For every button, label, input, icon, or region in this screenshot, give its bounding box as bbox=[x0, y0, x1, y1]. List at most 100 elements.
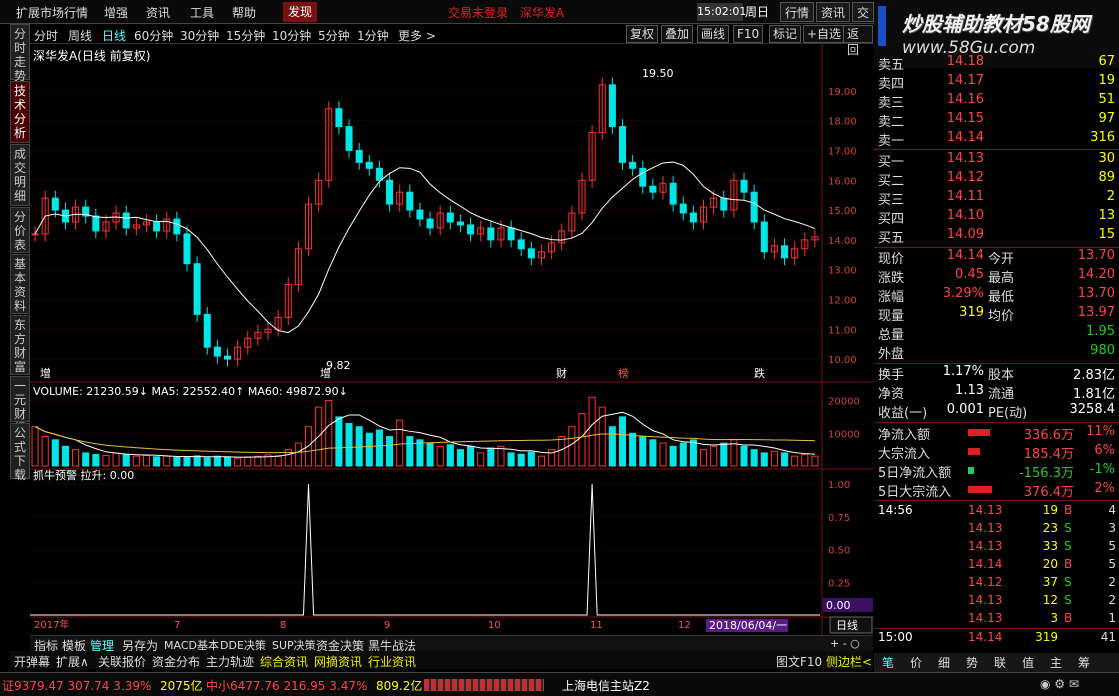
bid-row-3[interactable]: 买三 14.11 2 bbox=[874, 189, 1119, 208]
tick-price: 14.13 bbox=[968, 521, 1003, 535]
period-5m[interactable]: 5分钟 bbox=[318, 27, 350, 44]
ask-row-4[interactable]: 卖四 14.17 19 bbox=[874, 73, 1119, 92]
industry-news-tab[interactable]: 行业资讯 bbox=[368, 653, 416, 670]
web-news-tab[interactable]: 网摘资讯 bbox=[314, 653, 362, 670]
volume-bar bbox=[578, 413, 586, 467]
related-quote-tab[interactable]: 关联报价 bbox=[98, 653, 146, 670]
zoom-controls[interactable]: + - ○ bbox=[830, 637, 860, 650]
candle-body bbox=[507, 227, 515, 241]
bid-volume: 15 bbox=[1098, 227, 1115, 242]
rtab-main[interactable]: 主 bbox=[1050, 654, 1062, 671]
period-60m[interactable]: 60分钟 bbox=[134, 27, 173, 44]
bid-row-2[interactable]: 买二 14.12 89 bbox=[874, 170, 1119, 189]
period-1m[interactable]: 1分钟 bbox=[357, 27, 389, 44]
trade-button[interactable]: 交易 bbox=[852, 2, 874, 22]
tick-count: 1 bbox=[1108, 611, 1116, 625]
period-15m[interactable]: 15分钟 bbox=[226, 27, 265, 44]
quote-button[interactable]: 行情 bbox=[780, 2, 815, 22]
rtab-value[interactable]: 值 bbox=[1022, 654, 1034, 671]
back-button[interactable]: 返回 bbox=[843, 25, 873, 57]
news-button[interactable]: 资讯 bbox=[816, 2, 851, 22]
event-tag-2[interactable]: 财 bbox=[556, 366, 567, 380]
volume-bar bbox=[335, 416, 343, 467]
tick-volume: 23 bbox=[1042, 521, 1058, 535]
login-status: 交易未登录 bbox=[448, 6, 509, 20]
side-tab-price-table[interactable]: 分价表 bbox=[10, 207, 30, 253]
period-label[interactable]: 日线 bbox=[836, 618, 858, 632]
event-tag-4[interactable]: 跌 bbox=[754, 366, 765, 380]
ask-row-3[interactable]: 卖三 14.16 51 bbox=[874, 92, 1119, 111]
side-tab-profile[interactable]: 基本资料 bbox=[10, 254, 30, 314]
capital-dist-tab[interactable]: 资金分布 bbox=[152, 653, 200, 670]
period-bar: 分时 周线 日线 60分钟 30分钟 15分钟 10分钟 5分钟 1分钟 更多 … bbox=[30, 24, 873, 57]
rtab-price[interactable]: 价 bbox=[910, 654, 922, 671]
tray-icons[interactable]: ◉ ⚙ ✉ bbox=[1040, 677, 1079, 691]
index-sme[interactable]: 中小6477.76 216.95 3.47% bbox=[206, 677, 367, 694]
volume-bar bbox=[811, 455, 819, 467]
side-tab-intraday[interactable]: 分时走势 bbox=[10, 24, 30, 83]
expand-button[interactable]: 扩展∧ bbox=[56, 653, 89, 670]
danmaku-button[interactable]: 开弹幕 bbox=[14, 653, 50, 670]
side-tab-finance[interactable]: 一元财经 bbox=[10, 376, 30, 435]
menu-extended-market[interactable]: 扩展市场行情 bbox=[16, 4, 88, 21]
ask-row-2[interactable]: 卖二 14.15 97 bbox=[874, 111, 1119, 130]
sidebar-toggle[interactable]: 侧边栏< bbox=[826, 653, 872, 670]
menu-news[interactable]: 资讯 bbox=[146, 4, 170, 21]
volume-bar bbox=[102, 455, 110, 467]
candle-body bbox=[517, 239, 525, 250]
ind-tick-label: 1.00 bbox=[828, 480, 850, 491]
bid-row-1[interactable]: 买一 14.13 30 bbox=[874, 151, 1119, 170]
menu-enhance[interactable]: 增强 bbox=[104, 4, 128, 21]
draw-button[interactable]: 画线 bbox=[697, 25, 730, 43]
tick-time: 15:00 bbox=[878, 630, 913, 644]
bid-row-4[interactable]: 买四 14.10 13 bbox=[874, 208, 1119, 227]
period-10m[interactable]: 10分钟 bbox=[272, 27, 311, 44]
period-30m[interactable]: 30分钟 bbox=[180, 27, 219, 44]
candle-body bbox=[335, 108, 343, 128]
f10-tab[interactable]: 图文F10 bbox=[776, 653, 822, 670]
overlay-button[interactable]: 叠加 bbox=[661, 25, 694, 43]
price-tick-label: 18.00 bbox=[828, 117, 857, 128]
event-tag-0[interactable]: 增 bbox=[40, 366, 51, 380]
ind-tick-label: 0.50 bbox=[828, 546, 850, 557]
side-tab-formula[interactable]: 公式下载 bbox=[10, 423, 30, 482]
add-watchlist-button[interactable]: +自选 bbox=[803, 25, 846, 43]
index-sh[interactable]: 证9379.47 307.74 3.39% bbox=[2, 677, 151, 694]
event-tag-3[interactable]: 榜 bbox=[618, 366, 629, 380]
side-tab-trades[interactable]: 成交明细 bbox=[10, 144, 30, 206]
server-status[interactable]: 上海电信主站Z2 bbox=[562, 677, 650, 694]
menu-help[interactable]: 帮助 bbox=[232, 4, 256, 21]
tick-price: 14.13 bbox=[968, 593, 1003, 607]
menu-tools[interactable]: 工具 bbox=[190, 4, 214, 21]
rtab-chips[interactable]: 筹 bbox=[1078, 654, 1090, 671]
tick-row: 14.13 12 S 2 bbox=[874, 593, 1119, 611]
side-tab-eastmoney[interactable]: 东方财富 bbox=[10, 315, 30, 375]
period-week[interactable]: 周线 bbox=[68, 27, 92, 44]
menu-discover[interactable]: 发现 bbox=[283, 2, 318, 22]
period-intraday[interactable]: 分时 bbox=[34, 27, 58, 44]
adjust-button[interactable]: 复权 bbox=[626, 25, 659, 43]
ask-volume: 67 bbox=[1098, 54, 1115, 69]
volume-bar bbox=[467, 445, 475, 467]
f10-button[interactable]: F10 bbox=[733, 25, 764, 43]
rtab-linked[interactable]: 联 bbox=[994, 654, 1006, 671]
ask-row-1[interactable]: 卖一 14.14 316 bbox=[874, 130, 1119, 149]
outer-volume: 980 bbox=[1090, 343, 1115, 358]
mark-button[interactable]: 标记 bbox=[769, 25, 802, 43]
period-more[interactable]: 更多 > bbox=[398, 27, 436, 44]
side-tab-technical[interactable]: 技术分析 bbox=[10, 81, 30, 143]
volume-bar bbox=[122, 454, 130, 467]
rtab-detail[interactable]: 细 bbox=[938, 654, 950, 671]
tick-side: B bbox=[1064, 557, 1073, 571]
flow-pct: 11% bbox=[1086, 424, 1115, 439]
candle-body bbox=[781, 245, 789, 259]
kline-chart[interactable]: 10.00 11.00 12.00 13.00 14.00 15.00 16.00 17.00… bbox=[30, 44, 874, 635]
event-tag-1[interactable]: 增 bbox=[320, 366, 331, 380]
rtab-trend[interactable]: 势 bbox=[966, 654, 978, 671]
period-day[interactable]: 日线 bbox=[102, 27, 126, 44]
bid-row-5[interactable]: 买五 14.09 15 bbox=[874, 227, 1119, 246]
rtab-trades[interactable]: 笔 bbox=[882, 654, 894, 671]
main-track-tab[interactable]: 主力轨迹 bbox=[206, 653, 254, 670]
ask-row-5[interactable]: 卖五 14.18 67 bbox=[874, 54, 1119, 73]
news-tab[interactable]: 综合资讯 bbox=[260, 653, 308, 670]
